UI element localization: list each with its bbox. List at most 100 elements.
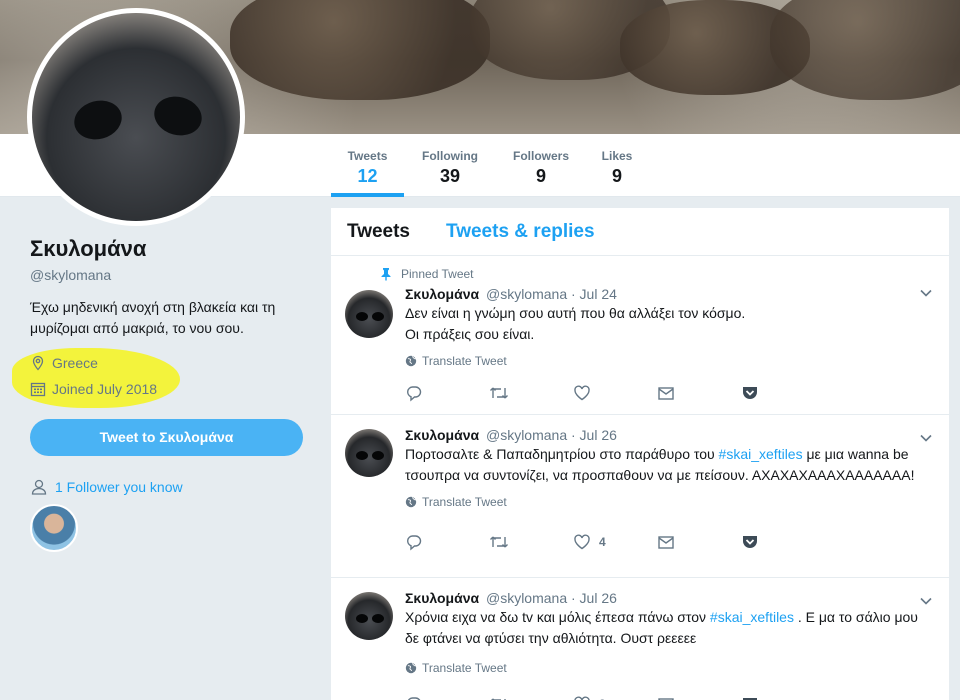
pocket-icon <box>741 384 759 402</box>
profile-avatar[interactable] <box>27 8 245 226</box>
reply-button[interactable] <box>405 533 489 551</box>
retweet-button[interactable] <box>489 695 573 700</box>
globe-icon <box>405 662 417 674</box>
like-icon <box>573 384 591 402</box>
nav-followers-label: Followers <box>512 149 569 163</box>
tweet-to-button[interactable]: Tweet to Σκυλομάνα <box>30 419 303 456</box>
tweet-avatar[interactable] <box>345 429 393 477</box>
hashtag-link[interactable]: #skai_xeftiles <box>710 609 794 625</box>
translate-tweet-link[interactable]: Translate Tweet <box>405 661 933 675</box>
tweet-text: Πορτοσαλτε & Παπαδημητρίου στο παράθυρο … <box>405 444 933 486</box>
tweet-avatar[interactable] <box>345 290 393 338</box>
profile-name[interactable]: Σκυλομάνα <box>30 236 305 262</box>
tweet-header: Σκυλομάνα @skylomana · Jul 24 <box>405 286 933 302</box>
followers-you-know-link[interactable]: 1 Follower you know <box>30 478 305 496</box>
tweet-actions: 4 <box>405 523 933 561</box>
chevron-down-icon[interactable] <box>919 288 933 298</box>
chevron-down-icon[interactable] <box>919 433 933 443</box>
globe-icon <box>405 355 417 367</box>
profile-location: Greece <box>30 355 305 371</box>
nav-following-count: 39 <box>439 166 461 186</box>
tweet-meta[interactable]: @skylomana · Jul 26 <box>486 590 617 606</box>
tweet-meta[interactable]: @skylomana · Jul 26 <box>486 427 617 443</box>
nav-likes-count: 9 <box>611 166 622 186</box>
tweet-text: Δεν είναι η γνώμη σου αυτή που θα αλλάξε… <box>405 303 933 345</box>
nav-followers-count: 9 <box>535 166 546 186</box>
like-icon <box>573 695 591 700</box>
reply-icon <box>405 695 423 700</box>
globe-icon <box>405 496 417 508</box>
tweet-author-name[interactable]: Σκυλομάνα <box>405 427 479 443</box>
nav-followers[interactable]: Followers 9 <box>504 134 578 197</box>
follower-avatar[interactable] <box>30 504 78 552</box>
message-button[interactable] <box>657 695 741 700</box>
pocket-icon <box>741 533 759 551</box>
retweet-button[interactable] <box>489 533 573 551</box>
reply-button[interactable] <box>405 384 489 402</box>
tweet-meta[interactable]: @skylomana · Jul 24 <box>486 286 617 302</box>
translate-tweet-link[interactable]: Translate Tweet <box>405 495 933 509</box>
nav-likes-label: Likes <box>601 149 633 163</box>
retweet-button[interactable] <box>489 384 573 402</box>
retweet-icon <box>489 695 509 700</box>
tweet-item[interactable]: Σκυλομάνα @skylomana · Jul 26 Χρόνια ειχ… <box>331 578 949 700</box>
message-icon <box>657 533 675 551</box>
profile-card: Σκυλομάνα @skylomana Έχω μηδενική ανοχή … <box>12 236 305 552</box>
timeline: Tweets Tweets & replies Pinned Tweet Σκυ… <box>331 208 949 700</box>
pinned-label: Pinned Tweet <box>379 256 933 282</box>
like-button[interactable] <box>573 384 657 402</box>
message-button[interactable] <box>657 384 741 402</box>
tweet-actions: 3 <box>405 685 933 700</box>
nav-tweets-label: Tweets <box>347 149 388 163</box>
reply-button[interactable] <box>405 695 489 700</box>
pinned-text: Pinned Tweet <box>401 267 474 281</box>
tweet-header: Σκυλομάνα @skylomana · Jul 26 <box>405 427 933 443</box>
nav-tweets[interactable]: Tweets 12 <box>331 134 404 197</box>
pin-icon <box>379 267 393 281</box>
like-icon <box>573 533 591 551</box>
tweet-text-line: Οι πράξεις σου είναι. <box>405 326 535 342</box>
pocket-button[interactable] <box>741 695 825 700</box>
like-button[interactable]: 4 <box>573 533 657 551</box>
user-icon <box>30 478 48 496</box>
pocket-icon <box>741 695 759 700</box>
tweet-text: Χρόνια ειχα να δω tv και μόλις έπεσα πάν… <box>405 607 933 649</box>
nav-likes[interactable]: Likes 9 <box>592 134 642 197</box>
reply-icon <box>405 533 423 551</box>
retweet-icon <box>489 533 509 551</box>
tweet-header: Σκυλομάνα @skylomana · Jul 26 <box>405 590 933 606</box>
translate-tweet-link[interactable]: Translate Tweet <box>405 354 933 368</box>
followers-you-know-text: 1 Follower you know <box>55 479 183 495</box>
message-icon <box>657 384 675 402</box>
tweet-author-name[interactable]: Σκυλομάνα <box>405 590 479 606</box>
nav-following-label: Following <box>422 149 478 163</box>
tab-tweets-replies[interactable]: Tweets & replies <box>446 221 595 243</box>
message-icon <box>657 695 675 700</box>
like-count: 4 <box>599 535 606 549</box>
joined-text: Joined July 2018 <box>52 381 158 397</box>
chevron-down-icon[interactable] <box>919 596 933 606</box>
hashtag-link[interactable]: #skai_xeftiles <box>719 446 803 462</box>
translate-text: Translate Tweet <box>422 354 507 368</box>
tweet-actions <box>405 374 933 412</box>
location-icon <box>30 355 46 371</box>
pocket-button[interactable] <box>741 533 825 551</box>
translate-text: Translate Tweet <box>422 661 507 675</box>
tab-tweets[interactable]: Tweets <box>347 221 410 243</box>
profile-handle[interactable]: @skylomana <box>30 267 305 283</box>
pocket-button[interactable] <box>741 384 825 402</box>
translate-text: Translate Tweet <box>422 495 507 509</box>
calendar-icon <box>30 381 46 397</box>
tweet-item[interactable]: Σκυλομάνα @skylomana · Jul 26 Πορτοσαλτε… <box>331 415 949 578</box>
tweet-text-part: Πορτοσαλτε & Παπαδημητρίου στο παράθυρο … <box>405 446 719 462</box>
tweet-author-name[interactable]: Σκυλομάνα <box>405 286 479 302</box>
nav-following[interactable]: Following 39 <box>412 134 488 197</box>
tweet-item[interactable]: Pinned Tweet Σκυλομάνα @skylomana · Jul … <box>331 256 949 415</box>
tweet-text-part: Χρόνια ειχα να δω tv και μόλις έπεσα πάν… <box>405 609 710 625</box>
profile-bio: Έχω μηδενική ανοχή στη βλακεία και τη μυ… <box>30 299 276 336</box>
message-button[interactable] <box>657 533 741 551</box>
timeline-tabs: Tweets Tweets & replies <box>331 208 949 256</box>
tweet-avatar[interactable] <box>345 592 393 640</box>
like-button[interactable]: 3 <box>573 695 657 700</box>
nav-tweets-count: 12 <box>357 166 378 186</box>
